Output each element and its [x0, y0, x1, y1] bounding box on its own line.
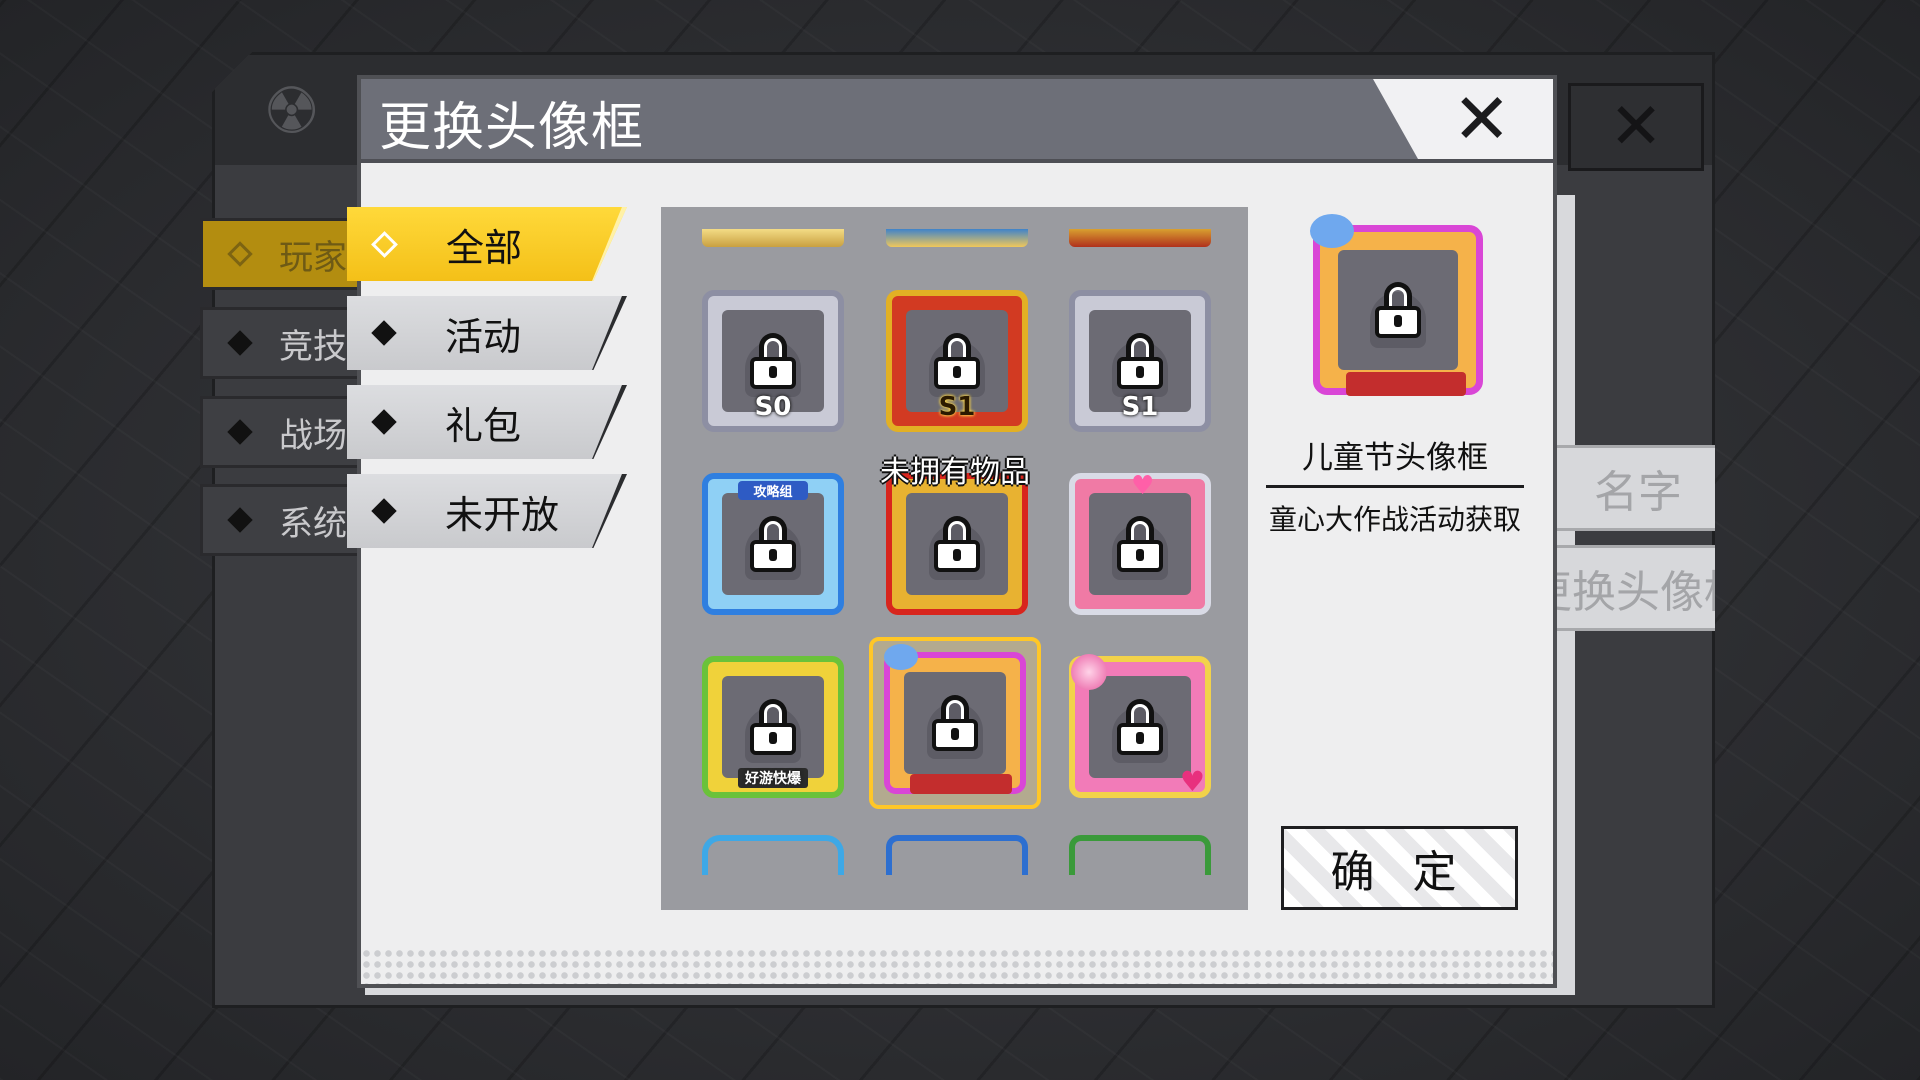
selected-frame-source: 童心大作战活动获取 [1268, 503, 1521, 536]
not-owned-label: 未拥有物品 [880, 455, 1030, 490]
frame-partial-bottom [1069, 835, 1211, 875]
avatar-frame-heart-wings[interactable]: ♥ [1069, 471, 1211, 615]
tab-all[interactable]: 全部 [347, 207, 627, 281]
frame-tag: S1 [1121, 392, 1159, 422]
confirm-button[interactable]: 确 定 [1281, 826, 1518, 910]
lock-icon [934, 516, 980, 572]
frame-partial-top [886, 229, 1028, 247]
lock-icon [1375, 282, 1421, 338]
background-tab-battlefield[interactable]: 战场 [200, 396, 360, 468]
tab-event[interactable]: 活动 [347, 296, 627, 370]
frame-tag: S1 [938, 392, 976, 422]
frame-tag: 攻略组 [738, 481, 808, 500]
background-tab-system[interactable]: 系统 [200, 484, 360, 556]
tab-label: 礼包 [445, 403, 522, 448]
tab-label: 活动 [445, 314, 522, 359]
avatar-frame-haoyou[interactable]: 好游快爆 [702, 656, 844, 798]
diamond-icon [371, 230, 398, 258]
lock-icon [750, 699, 796, 755]
heart-icon: ♥ [1179, 765, 1205, 798]
frame-partial-bottom [886, 835, 1028, 875]
train-icon [1346, 372, 1466, 396]
lollipop-icon [1071, 654, 1107, 690]
avatar-frame-s0[interactable]: S0 [702, 290, 844, 432]
avatar-frame-s1-silver[interactable]: S1 [1069, 290, 1211, 432]
diamond-icon [371, 409, 397, 435]
dialog-title: 更换头像框 [379, 98, 645, 158]
background-tab-arena[interactable]: 竞技 [200, 307, 360, 379]
background-tab-label: 战场 [279, 415, 347, 456]
close-button[interactable]: ✕ [1373, 79, 1553, 159]
lock-icon [750, 333, 796, 389]
tab-not-open[interactable]: 未开放 [347, 474, 627, 548]
dialog-title-bar: 更换头像框 ✕ [361, 79, 1553, 163]
tab-label: 未开放 [445, 492, 560, 537]
frame-partial-top [1069, 229, 1211, 247]
background-tab-label: 玩家 [279, 237, 347, 278]
bear-icon [1310, 214, 1354, 248]
lock-icon [1117, 699, 1163, 755]
selected-frame-name: 儿童节头像框 [1266, 432, 1524, 488]
lock-icon [934, 333, 980, 389]
selected-frame-preview [1310, 214, 1483, 396]
avatar-frame-candy[interactable]: ♥ [1069, 654, 1211, 798]
frame-partial-top [702, 229, 844, 247]
train-icon [910, 774, 1012, 794]
heart-icon: ♥ [1131, 471, 1155, 501]
diamond-icon [371, 320, 397, 346]
background-tab-label: 系统 [279, 503, 347, 544]
tab-label: 全部 [446, 225, 523, 270]
frame-tag: S0 [754, 392, 792, 422]
avatar-frame-strategy-group[interactable]: 攻略组 [702, 473, 844, 615]
diamond-icon [371, 498, 397, 524]
avatar-frame-s1-gold[interactable]: S1 [886, 290, 1028, 432]
lock-icon [1117, 333, 1163, 389]
background-tab-label: 竞技 [279, 326, 347, 367]
close-x-icon: ✕ [1452, 78, 1511, 160]
background-tab-player[interactable]: 玩家 [200, 218, 360, 290]
lock-icon [750, 516, 796, 572]
avatar-frame-childrens-day[interactable] [884, 644, 1026, 794]
dialog-dot-pattern [361, 948, 1553, 984]
frame-partial-bottom [702, 835, 844, 875]
lock-icon [1117, 516, 1163, 572]
frame-tag: 好游快爆 [738, 768, 808, 788]
background-close-icon[interactable]: ✕ [1568, 83, 1704, 171]
bear-icon [884, 644, 918, 670]
tab-gift-pack[interactable]: 礼包 [347, 385, 627, 459]
radiation-logo-icon: ☢ [263, 75, 321, 149]
lock-icon [932, 695, 978, 751]
avatar-frame-festive[interactable] [886, 473, 1028, 615]
